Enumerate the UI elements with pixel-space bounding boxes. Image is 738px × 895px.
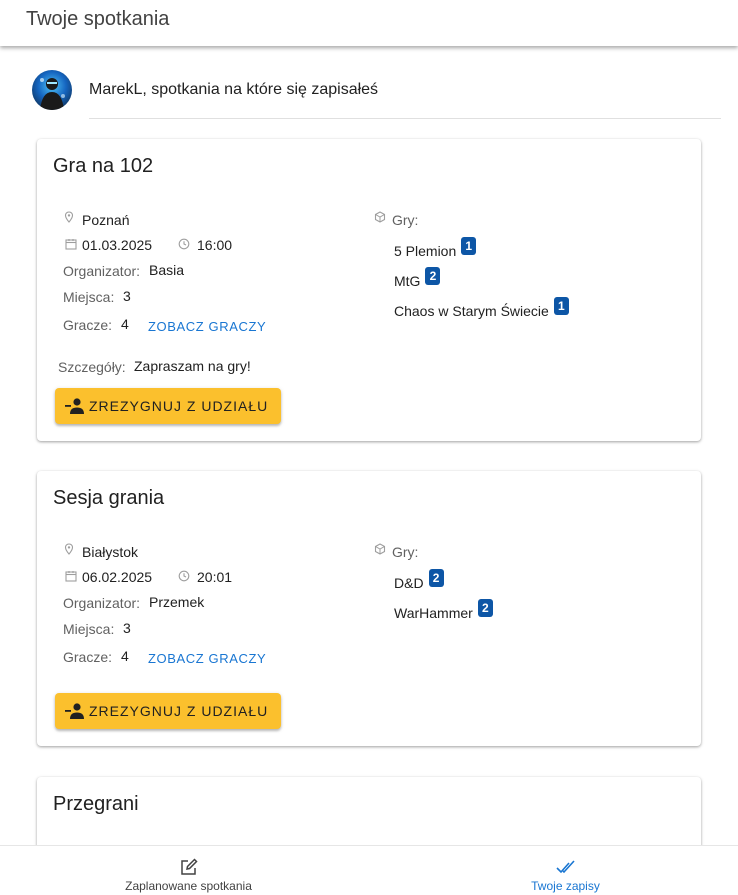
meeting-title: Sesja grania (53, 487, 165, 509)
calendar-icon (65, 571, 77, 582)
game-item: D&D 2 (394, 569, 444, 593)
user-header: MarekL, spotkania na które się zapisałeś (32, 70, 722, 120)
organizer-value: Przemek (149, 594, 205, 610)
game-name: Chaos w Starym Świecie (394, 303, 549, 319)
seats-label: Miejsca: (63, 289, 115, 305)
game-count-badge: 1 (461, 237, 477, 255)
players-label: Gracze: (63, 649, 113, 665)
meeting-time: 16:00 (197, 237, 233, 253)
meetings-list[interactable]: MarekL, spotkania na które się zapisałeś… (0, 46, 738, 845)
nav-your-signups[interactable]: Twoje zapisy (381, 846, 738, 895)
resign-button-label: ZREZYGNUJ Z UDZIAŁU (89, 398, 269, 414)
game-name: WarHammer (394, 605, 473, 621)
nav-planned-meetings[interactable]: Zaplanowane spotkania (4, 846, 373, 895)
nav-label: Twoje zapisy (531, 879, 600, 893)
game-item: 5 Plemion 1 (394, 237, 477, 261)
clock-icon (178, 238, 190, 250)
person-remove-icon (65, 703, 84, 719)
games-label: Gry: (392, 544, 419, 560)
clock-icon (178, 570, 190, 582)
meeting-location: Białystok (82, 544, 139, 560)
dice-icon (374, 543, 386, 555)
meeting-date: 06.02.2025 (82, 569, 153, 585)
location-icon (64, 543, 74, 555)
see-players-link[interactable]: ZOBACZ GRACZY (148, 319, 266, 334)
players-label: Gracze: (63, 317, 113, 333)
see-players-link[interactable]: ZOBACZ GRACZY (148, 651, 266, 666)
organizer-value: Basia (149, 262, 185, 278)
seats-label: Miejsca: (63, 621, 115, 637)
games-label: Gry: (392, 212, 419, 228)
person-remove-icon (65, 398, 84, 414)
seats-value: 3 (123, 288, 131, 304)
players-value: 4 (121, 316, 129, 332)
game-item: WarHammer 2 (394, 599, 493, 623)
bottom-navigation: Zaplanowane spotkania Twoje zapisy (0, 845, 738, 895)
meeting-card: Gra na 102 Poznań 01.03.2025 16:00 Organ… (37, 139, 701, 441)
players-value: 4 (121, 648, 129, 664)
meeting-card: Przegrani (37, 777, 701, 845)
game-name: 5 Plemion (394, 243, 457, 259)
game-count-badge: 2 (425, 267, 441, 285)
double-check-icon (555, 860, 575, 874)
details-label: Szczegóły: (58, 359, 126, 375)
details-value: Zapraszam na gry! (134, 358, 251, 374)
edit-icon (180, 858, 198, 875)
resign-button[interactable]: ZREZYGNUJ Z UDZIAŁU (55, 693, 281, 729)
game-item: Chaos w Starym Świecie 1 (394, 297, 569, 321)
divider (89, 118, 721, 119)
seats-value: 3 (123, 620, 131, 636)
location-icon (64, 211, 74, 223)
calendar-icon (65, 239, 77, 250)
game-name: D&D (394, 575, 424, 591)
game-name: MtG (394, 273, 421, 289)
resign-button-label: ZREZYGNUJ Z UDZIAŁU (89, 703, 269, 719)
page-title: Twoje spotkania (26, 8, 170, 30)
game-count-badge: 2 (477, 599, 493, 617)
game-item: MtG 2 (394, 267, 441, 291)
dice-icon (374, 211, 386, 223)
meeting-time: 20:01 (197, 569, 233, 585)
app-bar: Twoje spotkania (0, 0, 738, 46)
meeting-title: Gra na 102 (53, 155, 154, 177)
organizer-label: Organizator: (63, 595, 141, 611)
avatar (32, 70, 72, 110)
meeting-title: Przegrani (53, 793, 139, 815)
user-greeting: MarekL, spotkania na które się zapisałeś (89, 81, 379, 98)
meeting-card: Sesja grania Białystok 06.02.2025 20:01 … (37, 471, 701, 746)
nav-label: Zaplanowane spotkania (125, 879, 252, 893)
game-count-badge: 1 (553, 297, 569, 315)
meeting-location: Poznań (82, 212, 130, 228)
resign-button[interactable]: ZREZYGNUJ Z UDZIAŁU (55, 388, 281, 424)
organizer-label: Organizator: (63, 263, 141, 279)
meeting-date: 01.03.2025 (82, 237, 153, 253)
game-count-badge: 2 (428, 569, 444, 587)
